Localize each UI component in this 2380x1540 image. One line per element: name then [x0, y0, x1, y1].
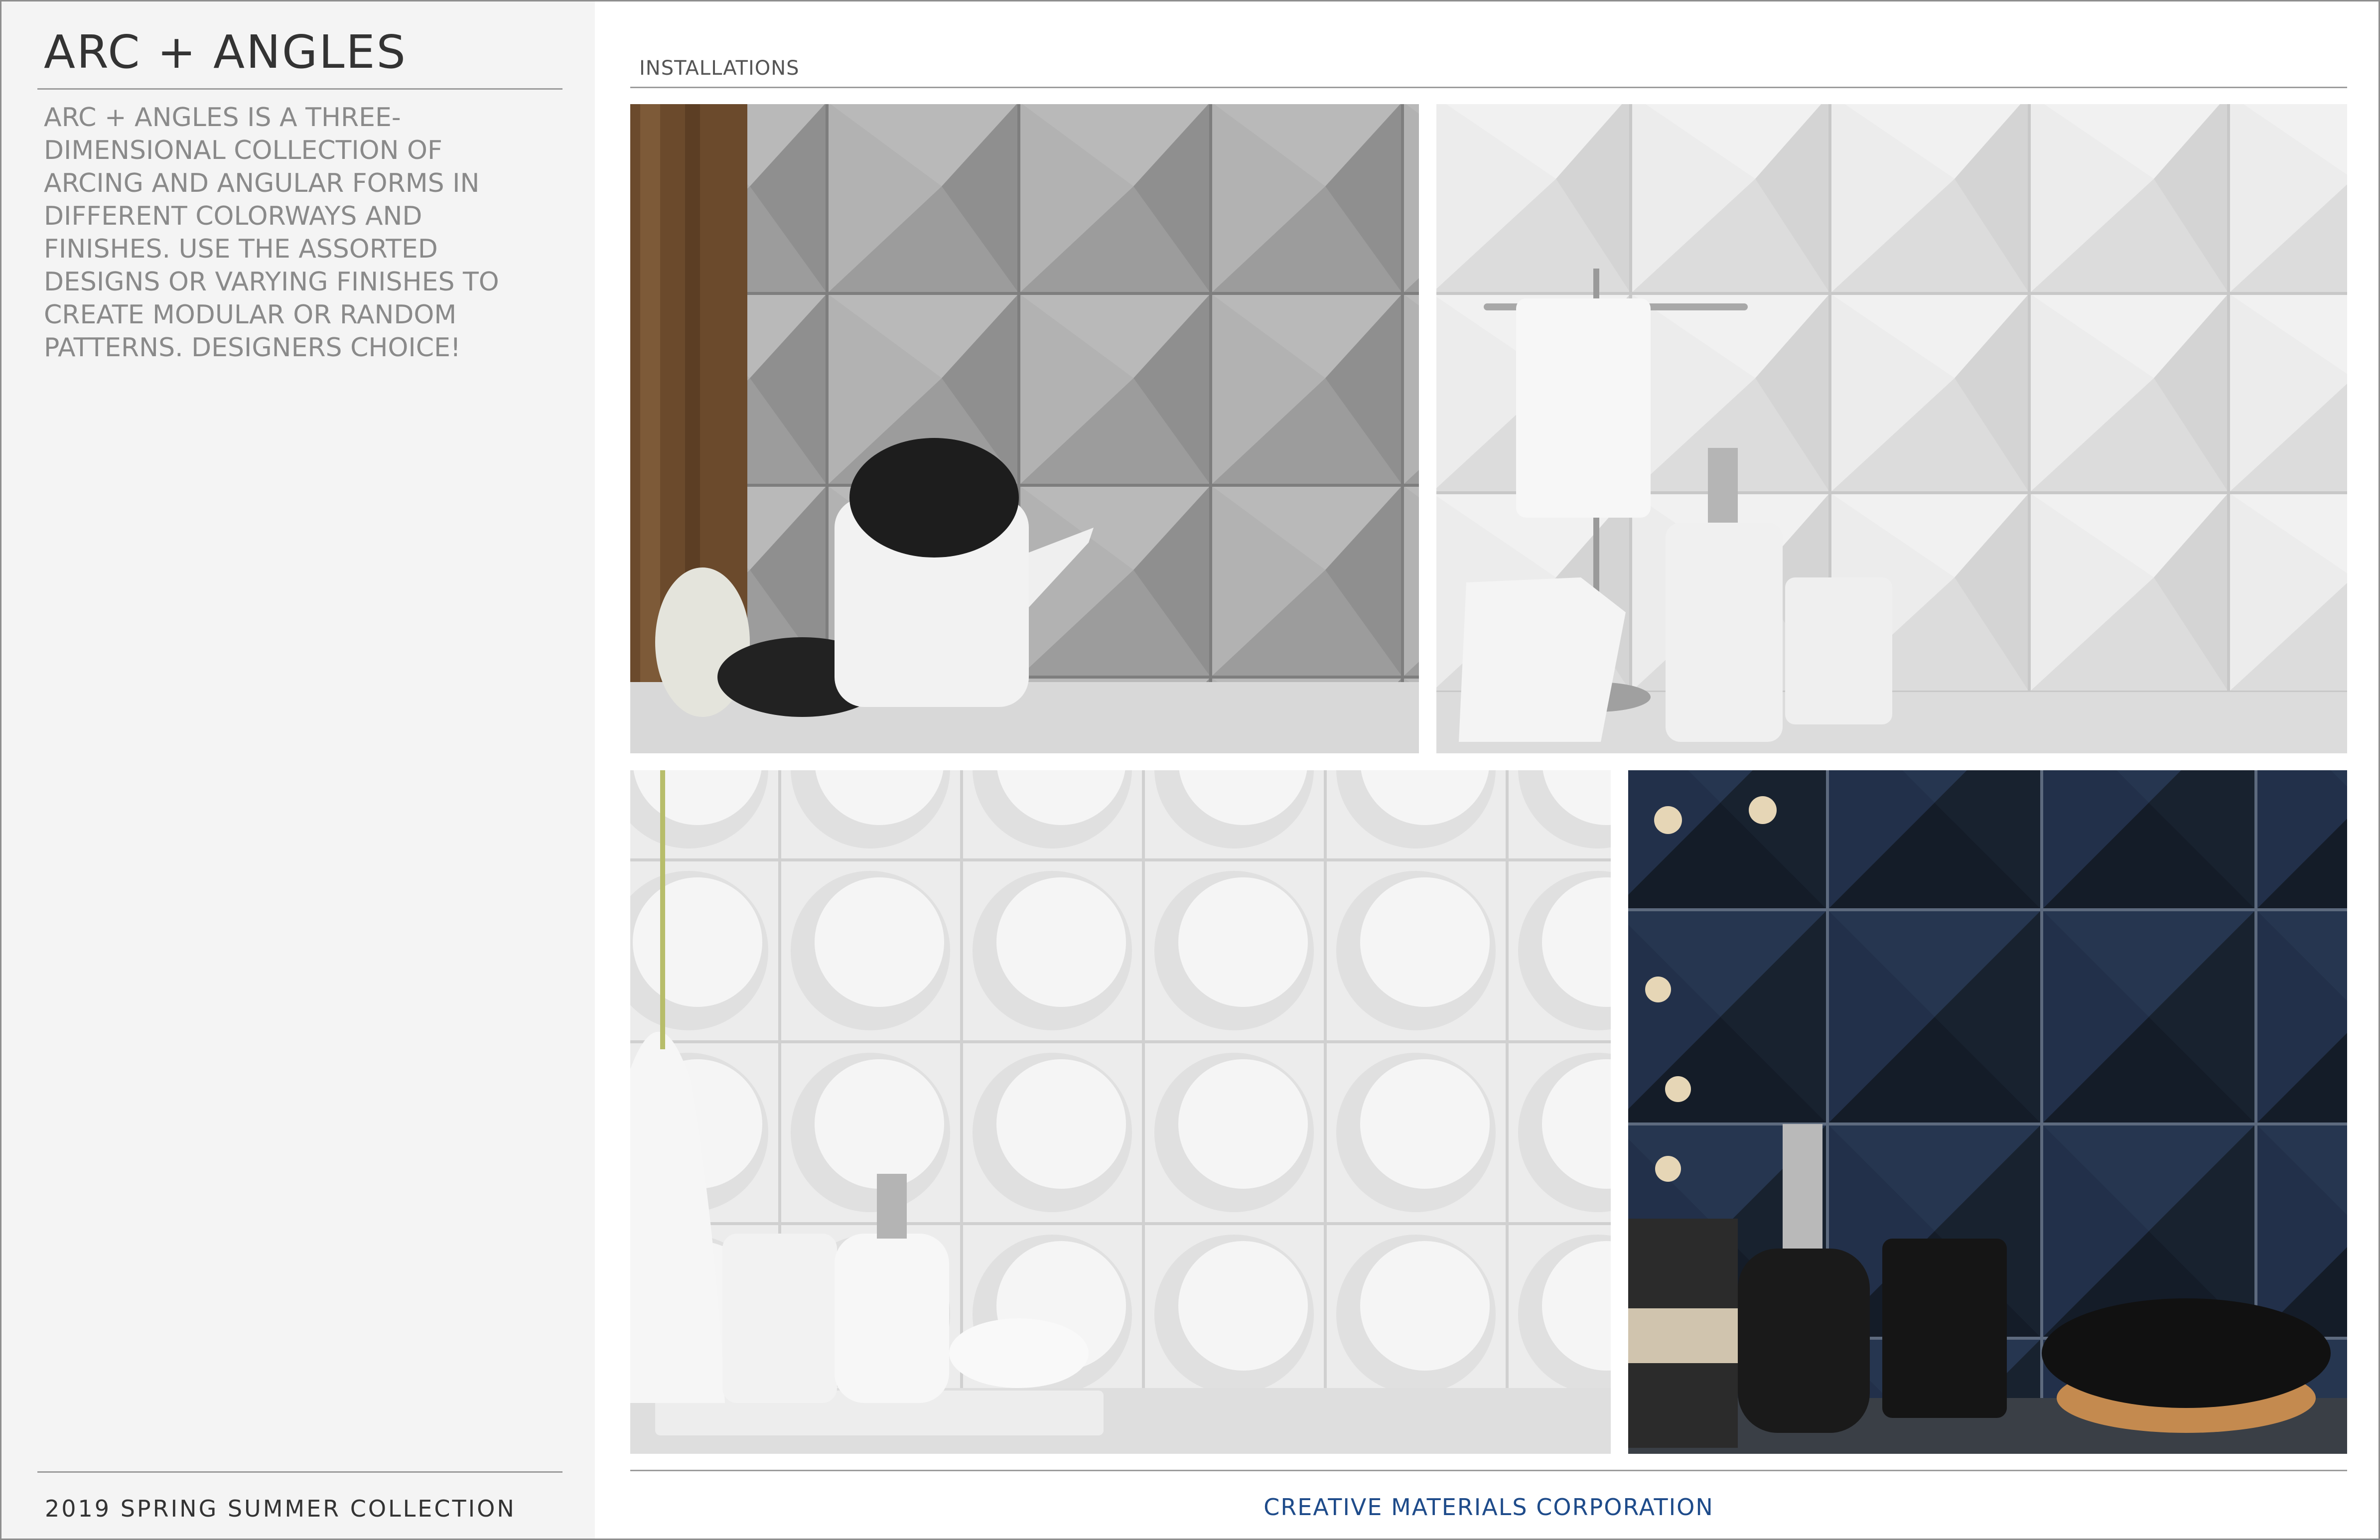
gray-angular-tile-kitchen-photo [630, 104, 1419, 753]
white-angular-tile-bathroom-photo [1436, 104, 2347, 753]
main-footer-divider [630, 1470, 2347, 1471]
sidebar: ARC + ANGLES ARC + ANGLES IS A THREE-DIM… [1, 1, 595, 1539]
section-divider [630, 87, 2347, 88]
title-divider [37, 88, 562, 90]
page-title: ARC + ANGLES [44, 25, 407, 79]
navy-angular-tile-bathroom-photo [1628, 770, 2347, 1454]
sidebar-footer-divider [37, 1471, 562, 1473]
section-label: INSTALLATIONS [639, 57, 800, 80]
white-arc-tile-bathroom-photo [630, 770, 1611, 1454]
company-footer: CREATIVE MATERIALS CORPORATION [1263, 1494, 1714, 1521]
collection-footer: 2019 SPRING SUMMER COLLECTION [45, 1495, 516, 1522]
collection-description: ARC + ANGLES IS A THREE-DIMENSIONAL COLL… [44, 103, 499, 363]
